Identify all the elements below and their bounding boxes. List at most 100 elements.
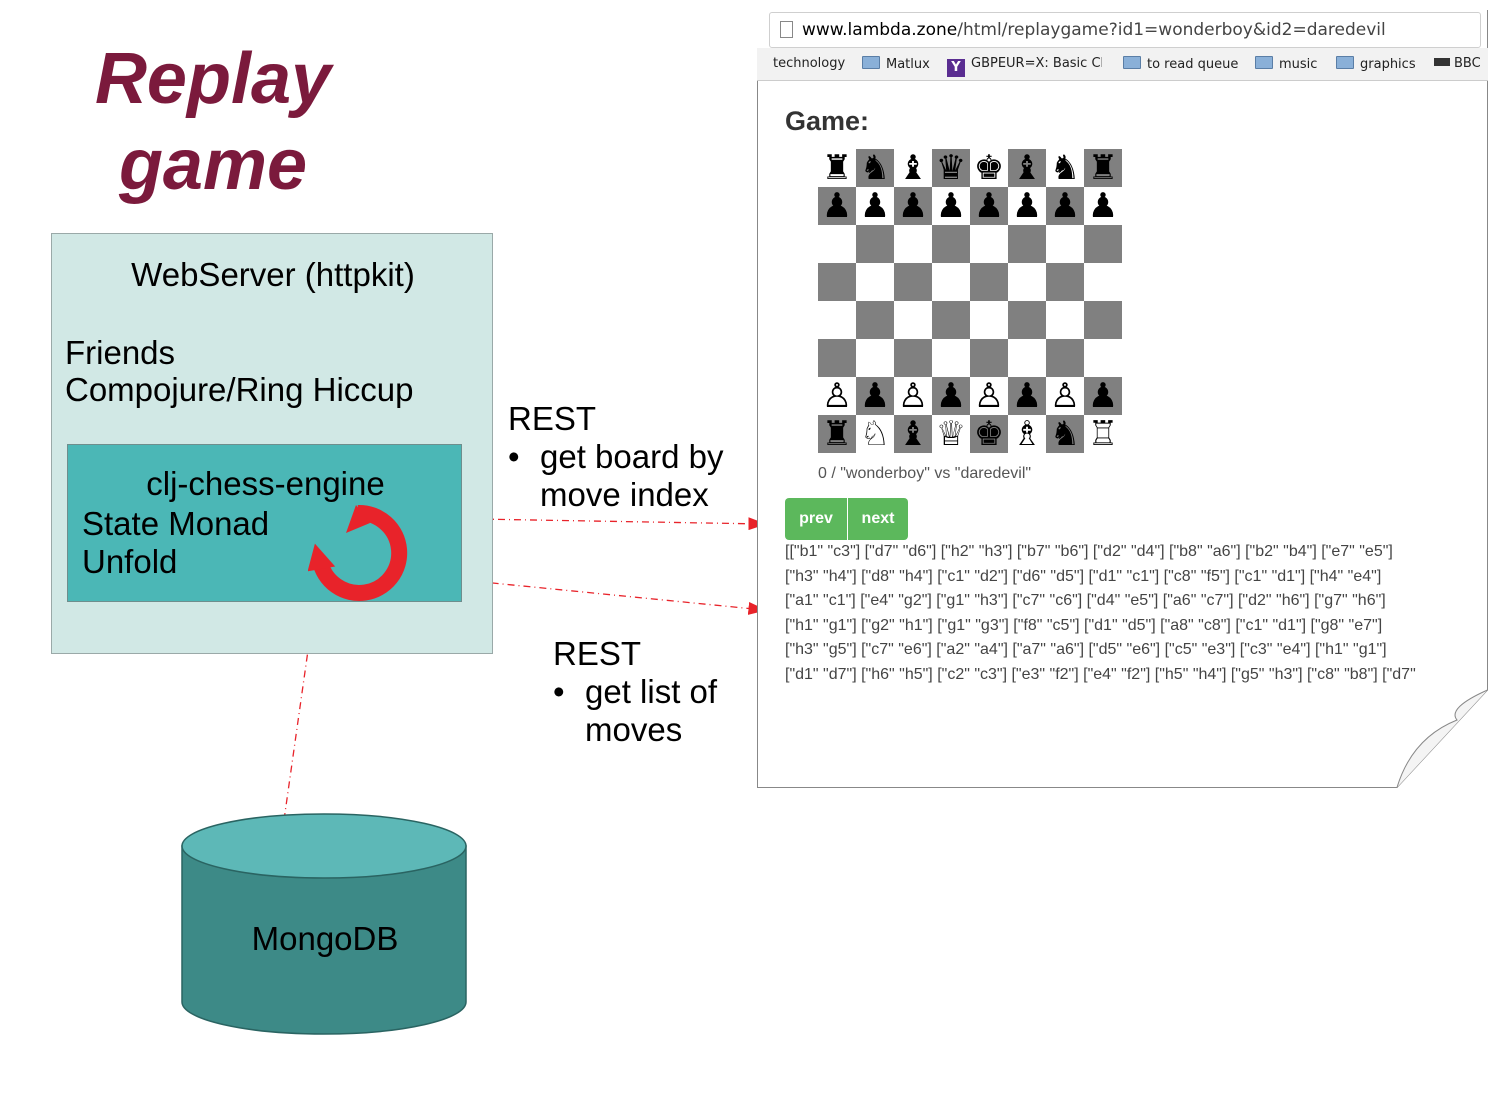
chess-engine-title: clj-chess-engine <box>146 465 385 502</box>
rest-board-bullet: get board bymove index <box>508 438 724 514</box>
board-square[interactable] <box>818 225 856 263</box>
board-square[interactable] <box>1008 339 1046 377</box>
board-square[interactable]: ♝ <box>1008 149 1046 187</box>
moves-line: [["b1" "c3"] ["d7" "d6"] ["h2" "h3"] ["b… <box>785 543 1393 560</box>
board-square[interactable] <box>932 225 970 263</box>
board-square[interactable] <box>1046 301 1084 339</box>
bookmark-graphics[interactable]: graphics <box>1336 56 1426 72</box>
board-square[interactable] <box>1008 301 1046 339</box>
bookmark-music[interactable]: music <box>1255 56 1325 72</box>
board-square[interactable]: ♟ <box>1046 187 1084 225</box>
board-square[interactable]: ♟ <box>894 187 932 225</box>
board-square[interactable] <box>1046 339 1084 377</box>
board-square[interactable]: ♜ <box>818 415 856 453</box>
board-square[interactable] <box>1046 225 1084 263</box>
board-square[interactable]: ♞ <box>1046 415 1084 453</box>
board-square[interactable] <box>1084 339 1122 377</box>
bookmark-label: technology <box>773 56 846 71</box>
board-square[interactable]: ♟ <box>932 377 970 415</box>
board-square[interactable] <box>894 301 932 339</box>
board-square[interactable] <box>970 263 1008 301</box>
board-square[interactable] <box>894 225 932 263</box>
board-square[interactable] <box>818 263 856 301</box>
board-square[interactable] <box>894 263 932 301</box>
bookmark-to-read-queue[interactable]: to read queue <box>1123 56 1243 72</box>
board-square[interactable] <box>1008 225 1046 263</box>
board-square[interactable]: ♟ <box>856 187 894 225</box>
rest-moves-label: REST get list ofmoves <box>553 635 717 749</box>
board-square[interactable]: ♙ <box>1046 377 1084 415</box>
board-square[interactable] <box>932 339 970 377</box>
board-square[interactable] <box>1084 225 1122 263</box>
url-path: /html/replaygame?id1=wonderboy&id2=dared… <box>957 20 1386 40</box>
rest-moves-heading: REST <box>553 635 642 672</box>
bookmark-label: Matlux <box>886 57 930 72</box>
board-square[interactable]: ♙ <box>818 377 856 415</box>
board-square[interactable]: ♞ <box>1046 149 1084 187</box>
url-domain: www.lambda.zone <box>802 20 958 40</box>
bookmark-label: BBC <box>1454 56 1481 71</box>
engine-unfold: Unfold <box>82 543 178 580</box>
board-square[interactable]: ♟ <box>818 187 856 225</box>
rest-moves-line1: get list of <box>585 673 718 710</box>
board-square[interactable]: ♕ <box>932 415 970 453</box>
board-square[interactable]: ♟ <box>970 187 1008 225</box>
board-square[interactable]: ♜ <box>818 149 856 187</box>
bookmark-technology[interactable]: technology <box>773 56 859 71</box>
folder-icon <box>1123 56 1141 69</box>
board-square[interactable] <box>1084 263 1122 301</box>
board-square[interactable] <box>818 301 856 339</box>
board-square[interactable]: ♘ <box>856 415 894 453</box>
board-square[interactable] <box>1084 301 1122 339</box>
board-square[interactable] <box>856 301 894 339</box>
prev-button[interactable]: prev <box>785 498 847 540</box>
rest-moves-bullet: get list ofmoves <box>553 673 718 749</box>
board-square[interactable] <box>970 301 1008 339</box>
bookmark-label: GBPEUR=X: Basic Ch <box>971 56 1102 71</box>
folder-icon <box>1255 56 1273 69</box>
board-square[interactable]: ♝ <box>894 149 932 187</box>
board-square[interactable]: ♟ <box>856 377 894 415</box>
board-square[interactable] <box>856 225 894 263</box>
board-square[interactable]: ♗ <box>1008 415 1046 453</box>
bookmark-label: music <box>1279 57 1318 72</box>
bookmark-matlux[interactable]: Matlux <box>862 56 942 72</box>
moves-line: ["h3" "g5"] ["c7" "e6"] ["a2" "a4"] ["a7… <box>785 641 1387 658</box>
board-square[interactable] <box>970 339 1008 377</box>
board-square[interactable]: ♝ <box>894 415 932 453</box>
board-square[interactable]: ♟ <box>1008 187 1046 225</box>
bookmark-bbc[interactable]: BBC <box>1434 56 1488 71</box>
board-square[interactable] <box>932 263 970 301</box>
page-icon <box>780 21 793 38</box>
board-square[interactable] <box>1008 263 1046 301</box>
board-square[interactable]: ♟ <box>932 187 970 225</box>
address-bar[interactable]: www.lambda.zone/html/replaygame?id1=wond… <box>769 12 1481 48</box>
board-square[interactable]: ♙ <box>970 377 1008 415</box>
board-square[interactable] <box>970 225 1008 263</box>
bookmark-gbpeur[interactable]: Y GBPEUR=X: Basic Ch <box>947 56 1102 77</box>
moves-line: ["d1" "d7"] ["h6" "h5"] ["c2" "c3"] ["e3… <box>785 665 1416 683</box>
board-square[interactable] <box>856 339 894 377</box>
next-button[interactable]: next <box>848 498 908 540</box>
folder-icon <box>1336 56 1354 69</box>
rest-moves-line2: moves <box>585 711 683 748</box>
board-square[interactable] <box>894 339 932 377</box>
board-square[interactable]: ♚ <box>970 149 1008 187</box>
board-square[interactable]: ♟ <box>1084 377 1122 415</box>
webserver-box: WebServer (httpkit) Friends Compojure/Ri… <box>51 233 493 654</box>
board-square[interactable] <box>1046 263 1084 301</box>
board-square[interactable]: ♚ <box>970 415 1008 453</box>
board-square[interactable]: ♞ <box>856 149 894 187</box>
board-square[interactable]: ♜ <box>1084 149 1122 187</box>
board-square[interactable]: ♟ <box>1084 187 1122 225</box>
board-square[interactable] <box>932 301 970 339</box>
board-square[interactable]: ♛ <box>932 149 970 187</box>
webserver-friends: Friends <box>65 334 176 371</box>
board-square[interactable] <box>856 263 894 301</box>
board-square[interactable]: ♙ <box>894 377 932 415</box>
yahoo-icon: Y <box>947 59 965 77</box>
board-square[interactable] <box>818 339 856 377</box>
board-square[interactable]: ♖ <box>1084 415 1122 453</box>
board-square[interactable]: ♟ <box>1008 377 1046 415</box>
browser-window: www.lambda.zone/html/replaygame?id1=wond… <box>757 8 1488 788</box>
